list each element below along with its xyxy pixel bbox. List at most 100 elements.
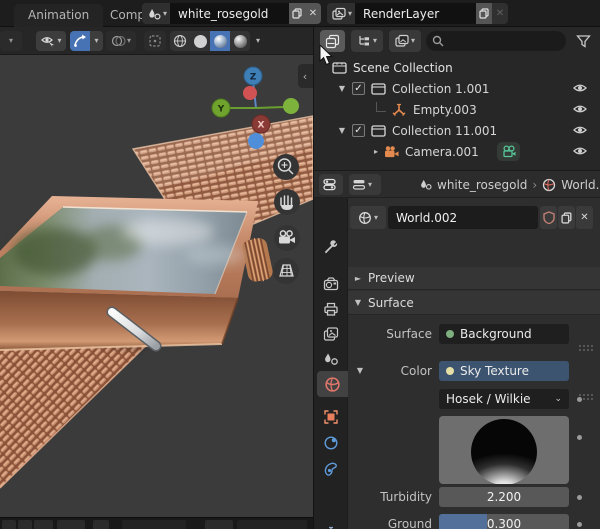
camera-data-badge[interactable]: [497, 142, 520, 161]
outliner-row-empty-003[interactable]: Empty.003: [314, 99, 600, 120]
tab-object-data[interactable]: [317, 520, 345, 529]
show-gizmo-toggle[interactable]: [70, 31, 90, 51]
animate-dot[interactable]: [577, 495, 582, 500]
object-visibility-dropdown[interactable]: ▾: [36, 31, 66, 51]
gizmo-dropdown[interactable]: ▾: [90, 31, 103, 51]
scene-unlink-button[interactable]: ✕: [305, 3, 321, 24]
tab-constraints[interactable]: [317, 456, 345, 482]
tab-world-active[interactable]: [317, 371, 348, 397]
hide-eye-icon[interactable]: [572, 144, 588, 158]
viewport-canvas[interactable]: Z Y X ‹: [0, 55, 313, 517]
mode-dropdown-partial[interactable]: ▾: [0, 31, 22, 51]
tab-tool[interactable]: [317, 234, 345, 260]
world-name-field[interactable]: World.002: [388, 206, 538, 229]
expand-triangle-icon[interactable]: ▸: [370, 147, 382, 156]
collection-checkbox[interactable]: ✓: [352, 82, 365, 95]
world-unlink-button[interactable]: ✕: [576, 206, 593, 229]
timeline-button[interactable]: [93, 520, 109, 529]
tab-object[interactable]: [317, 404, 345, 430]
animate-dot[interactable]: [577, 397, 582, 402]
sky-model-dropdown[interactable]: Hosek / Wilkie ⌄: [439, 389, 569, 409]
outliner-display-mode-dropdown[interactable]: ▾: [351, 30, 383, 52]
breadcrumb-world[interactable]: World.: [561, 178, 599, 192]
fake-user-button[interactable]: [540, 206, 557, 229]
world-icon: [542, 178, 556, 192]
panel-grip-dots[interactable]: [578, 344, 594, 351]
outliner-item-label: Empty.003: [413, 102, 477, 117]
timeline-header-clipped: [0, 517, 313, 529]
panel-preview[interactable]: ► Preview: [348, 267, 600, 351]
outliner-row-scene-collection[interactable]: Scene Collection: [314, 57, 600, 78]
timeline-button[interactable]: [205, 520, 233, 529]
timeline-button[interactable]: [18, 520, 32, 529]
tab-view-layer[interactable]: [317, 321, 345, 347]
animate-dot[interactable]: [577, 435, 582, 440]
viewlayer-name-field[interactable]: RenderLayer: [355, 3, 476, 24]
hide-eye-icon[interactable]: [572, 102, 588, 116]
scene-browse-button[interactable]: ▾: [142, 3, 171, 24]
outliner-row-collection-1[interactable]: ▼ ✓ Collection 1.001: [314, 78, 600, 99]
outliner-editor-type-button[interactable]: [320, 30, 345, 52]
properties-display-dropdown[interactable]: ▾: [349, 174, 381, 195]
breadcrumb-scene[interactable]: white_rosegold: [437, 178, 527, 192]
hide-eye-icon[interactable]: [572, 81, 588, 95]
timeline-button[interactable]: [34, 520, 53, 529]
viewlayer-new-button[interactable]: [476, 3, 492, 24]
color-label: Color: [400, 364, 432, 378]
gizmo-axis-minus-y[interactable]: [283, 98, 299, 114]
surface-shader-button[interactable]: Background: [439, 324, 569, 344]
expand-triangle-icon[interactable]: ▼: [336, 126, 348, 135]
viewlayer-datablock-selector: ▾ RenderLayer ✕: [327, 3, 508, 24]
animate-dot[interactable]: [577, 522, 582, 527]
outliner-search[interactable]: [426, 31, 566, 51]
shading-dropdown[interactable]: ▾: [251, 31, 265, 51]
breadcrumb: white_rosegold › World.: [419, 171, 599, 198]
turbidity-slider[interactable]: 2.200: [439, 487, 569, 507]
close-icon: ✕: [308, 8, 318, 19]
timeline-button[interactable]: [57, 520, 85, 529]
hide-eye-icon[interactable]: [572, 123, 588, 137]
tab-scene[interactable]: [317, 346, 345, 372]
color-texture-button[interactable]: Sky Texture: [439, 361, 569, 381]
scene-new-button[interactable]: [289, 3, 305, 24]
collection-checkbox[interactable]: ✓: [352, 124, 365, 137]
perspective-grid-button[interactable]: [273, 258, 299, 284]
show-overlays-toggle[interactable]: ▾: [106, 31, 136, 51]
timeline-button[interactable]: [2, 520, 16, 529]
outliner-item-label: Collection 1.001: [392, 81, 490, 96]
timeline-field[interactable]: [122, 520, 186, 529]
outliner-row-collection-11[interactable]: ▼ ✓ Collection 11.001: [314, 120, 600, 141]
scene-name-field[interactable]: white_rosegold: [170, 3, 289, 24]
shading-solid-button[interactable]: [190, 31, 210, 51]
expand-triangle-icon[interactable]: ▼: [336, 84, 348, 93]
workspace-tab-animation[interactable]: Animation: [14, 4, 104, 27]
shading-wireframe-button[interactable]: [170, 31, 190, 51]
panel-title: Preview: [368, 271, 415, 285]
outliner-row-camera-001[interactable]: ▸ Camera.001: [314, 141, 600, 162]
tab-render[interactable]: [317, 271, 345, 297]
world-browse-button[interactable]: ▾: [350, 206, 386, 229]
zoom-tool-button[interactable]: [273, 154, 299, 180]
sidebar-toggle-tab[interactable]: ‹: [298, 64, 313, 88]
outliner-filter-dropdown[interactable]: ▾: [389, 30, 421, 52]
panel-surface[interactable]: ▼ Surface: [348, 291, 600, 400]
tab-output[interactable]: [317, 296, 345, 322]
properties-editor-type-button[interactable]: [319, 174, 343, 195]
chevron-down-icon: ▾: [373, 212, 378, 222]
wireframe-sphere-icon: [173, 34, 187, 48]
gizmo-axis-minus-x[interactable]: [243, 86, 257, 100]
viewlayer-remove-button[interactable]: ✕: [492, 3, 508, 24]
viewlayer-browse-button[interactable]: ▾: [327, 3, 356, 24]
ground-albedo-slider[interactable]: 0.300: [439, 514, 569, 529]
world-copy-button[interactable]: [558, 206, 575, 229]
camera-view-button[interactable]: [274, 225, 300, 251]
tab-physics[interactable]: [317, 430, 345, 456]
filter-funnel-icon[interactable]: [576, 34, 591, 48]
outliner-search-input[interactable]: [448, 35, 548, 47]
timeline-field[interactable]: [237, 520, 307, 529]
pan-hand-button[interactable]: [274, 189, 300, 215]
shading-rendered-button[interactable]: [230, 31, 250, 51]
gizmo-axis-minus-z[interactable]: [248, 133, 264, 149]
shading-material-button[interactable]: [210, 31, 230, 51]
xray-toggle[interactable]: [144, 31, 166, 51]
